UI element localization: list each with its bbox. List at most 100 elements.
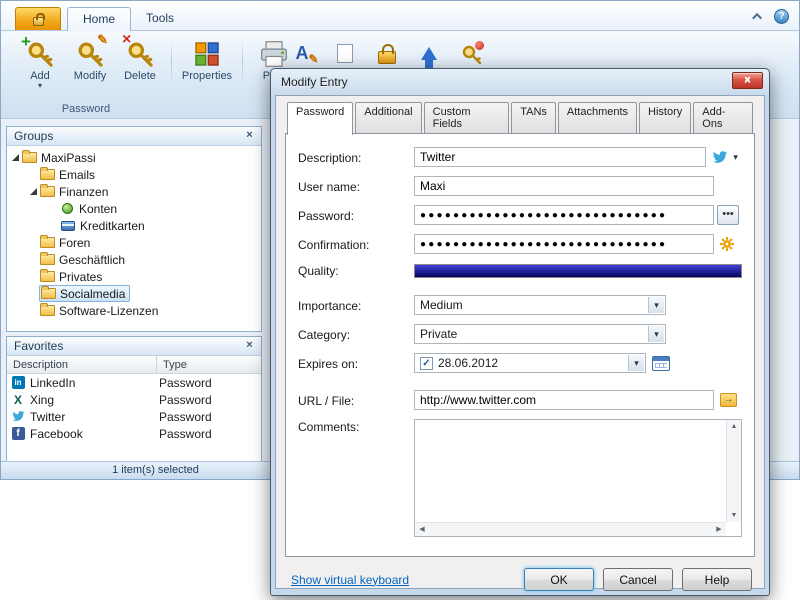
add-button[interactable]: + Add	[17, 32, 63, 90]
delete-button[interactable]: × Delete	[117, 31, 163, 90]
confirmation-input[interactable]	[414, 234, 714, 254]
category-label: Category:	[298, 327, 351, 342]
folder-icon	[40, 252, 55, 265]
help-icon[interactable]	[774, 9, 789, 24]
scroll-up-icon[interactable]	[727, 420, 741, 433]
folder-icon	[40, 269, 55, 282]
tree-item-emails[interactable]: Emails	[7, 166, 261, 183]
cancel-button[interactable]: Cancel	[603, 568, 673, 591]
comments-label: Comments:	[298, 420, 360, 434]
confirmation-label: Confirmation:	[298, 237, 370, 252]
tree-item-socialmedia[interactable]: Socialmedia	[7, 285, 261, 302]
tree-item-privates[interactable]: Privates	[7, 268, 261, 285]
tree-item-label: Software-Lizenzen	[59, 303, 159, 318]
favorite-row-twitter[interactable]: Twitter Password	[7, 408, 261, 425]
tree-item-software-lizenzen[interactable]: Software-Lizenzen	[7, 302, 261, 319]
properties-label: Properties	[181, 70, 233, 82]
browser-arrow-icon-button[interactable]	[412, 37, 446, 69]
category-select[interactable]: Private	[414, 324, 666, 344]
open-url-icon[interactable]	[720, 393, 737, 407]
folder-icon	[40, 184, 55, 197]
lock-icon-button[interactable]	[370, 37, 404, 69]
modify-entry-dialog: Modify Entry Password Additional Custom …	[270, 68, 770, 596]
favorite-type: Password	[159, 375, 212, 390]
dialog-tab-additional[interactable]: Additional	[355, 102, 422, 133]
description-input[interactable]	[414, 147, 706, 167]
url-input[interactable]	[414, 390, 714, 410]
favorite-row-facebook[interactable]: f Facebook Password	[7, 425, 261, 442]
generate-password-gear-icon[interactable]	[720, 236, 738, 252]
ribbon-collapse-icon[interactable]	[750, 10, 766, 24]
tree-item-finanzen[interactable]: Finanzen	[7, 183, 261, 200]
tree-item-maxipassi[interactable]: MaxiPassi	[7, 149, 261, 166]
scroll-down-icon[interactable]	[727, 509, 741, 522]
expand-icon[interactable]	[10, 152, 21, 163]
favorite-type: Password	[159, 392, 212, 407]
dialog-title: Modify Entry	[281, 75, 348, 89]
scroll-left-icon[interactable]	[415, 523, 429, 536]
spellcheck-icon-button[interactable]: A	[285, 37, 319, 69]
favorites-close-icon[interactable]	[242, 339, 257, 353]
tree-item-konten[interactable]: Konten	[7, 200, 261, 217]
dialog-tab-history[interactable]: History	[639, 102, 692, 133]
tree-item-geschaeftlich[interactable]: Geschäftlich	[7, 251, 261, 268]
importance-select[interactable]: Medium	[414, 295, 666, 315]
scroll-right-icon[interactable]	[712, 523, 726, 536]
dialog-tab-tans[interactable]: TANs	[511, 102, 556, 133]
ribbon-separator	[171, 40, 172, 84]
tab-tools[interactable]: Tools	[131, 7, 189, 30]
seal-key-icon-button[interactable]	[455, 37, 489, 69]
properties-button[interactable]: Properties	[180, 36, 234, 90]
password-label: Password:	[298, 208, 355, 223]
favorite-row-xing[interactable]: X Xing Password	[7, 391, 261, 408]
dropdown-arrow-icon[interactable]	[648, 297, 664, 313]
groups-panel: Groups MaxiPassi Emails Finanzen	[6, 126, 262, 332]
tree-item-label: Socialmedia	[60, 286, 126, 301]
ribbon-group-password-label: Password	[61, 103, 111, 115]
clipboard-icon-button[interactable]	[328, 37, 362, 69]
expires-checkbox[interactable]: ✓	[420, 356, 433, 370]
tree-item-kreditkarten[interactable]: Kreditkarten	[7, 217, 261, 234]
dialog-tab-custom-fields[interactable]: Custom Fields	[423, 102, 510, 133]
dropdown-arrow-icon[interactable]	[648, 326, 664, 342]
dialog-tab-add-ons[interactable]: Add-Ons	[693, 102, 753, 133]
groups-close-icon[interactable]	[242, 129, 257, 143]
username-label: User name:	[298, 179, 361, 194]
importance-label: Importance:	[298, 298, 362, 313]
delete-label: Delete	[124, 70, 156, 82]
dialog-tab-password[interactable]: Password	[287, 102, 354, 135]
comments-horizontal-scrollbar[interactable]	[415, 522, 726, 536]
password-input[interactable]	[414, 205, 714, 225]
help-button[interactable]: Help	[682, 568, 752, 591]
key-seal-icon	[459, 40, 485, 66]
dialog-titlebar[interactable]: Modify Entry	[275, 69, 765, 95]
groups-tree: MaxiPassi Emails Finanzen Konten Kreditk…	[7, 146, 261, 322]
ribbon-tab-strip: Home Tools	[1, 1, 799, 31]
column-description[interactable]: Description	[7, 356, 157, 373]
modify-button[interactable]: ✎ Modify	[67, 32, 113, 90]
username-input[interactable]	[414, 176, 714, 196]
ok-button[interactable]: OK	[524, 568, 594, 591]
comments-textarea[interactable]	[414, 419, 742, 537]
dialog-tab-attachments[interactable]: Attachments	[557, 102, 638, 133]
entry-icon-dropdown-arrow[interactable]	[729, 148, 742, 166]
tree-item-foren[interactable]: Foren	[7, 234, 261, 251]
app-menu-button[interactable]	[15, 7, 61, 30]
tree-item-label: Konten	[79, 201, 118, 216]
facebook-icon: f	[11, 427, 25, 440]
expires-date-picker[interactable]: ✓ 28.06.2012	[414, 353, 646, 373]
calendar-icon[interactable]	[652, 355, 670, 371]
expand-icon[interactable]	[28, 186, 39, 197]
tab-home[interactable]: Home	[67, 7, 132, 31]
linkedin-icon: in	[11, 376, 25, 389]
favorite-type: Password	[159, 409, 212, 424]
comments-vertical-scrollbar[interactable]	[726, 420, 741, 522]
entry-icon-twitter-bird[interactable]	[712, 149, 729, 165]
date-dropdown-arrow-icon[interactable]	[628, 355, 644, 371]
password-options-button[interactable]: •••	[717, 205, 739, 225]
dialog-footer: Show virtual keyboard OK Cancel Help	[285, 557, 755, 591]
column-type[interactable]: Type	[157, 359, 187, 371]
favorite-row-linkedin[interactable]: in LinkedIn Password	[7, 374, 261, 391]
close-icon[interactable]	[732, 72, 763, 89]
virtual-keyboard-link[interactable]: Show virtual keyboard	[291, 573, 409, 587]
